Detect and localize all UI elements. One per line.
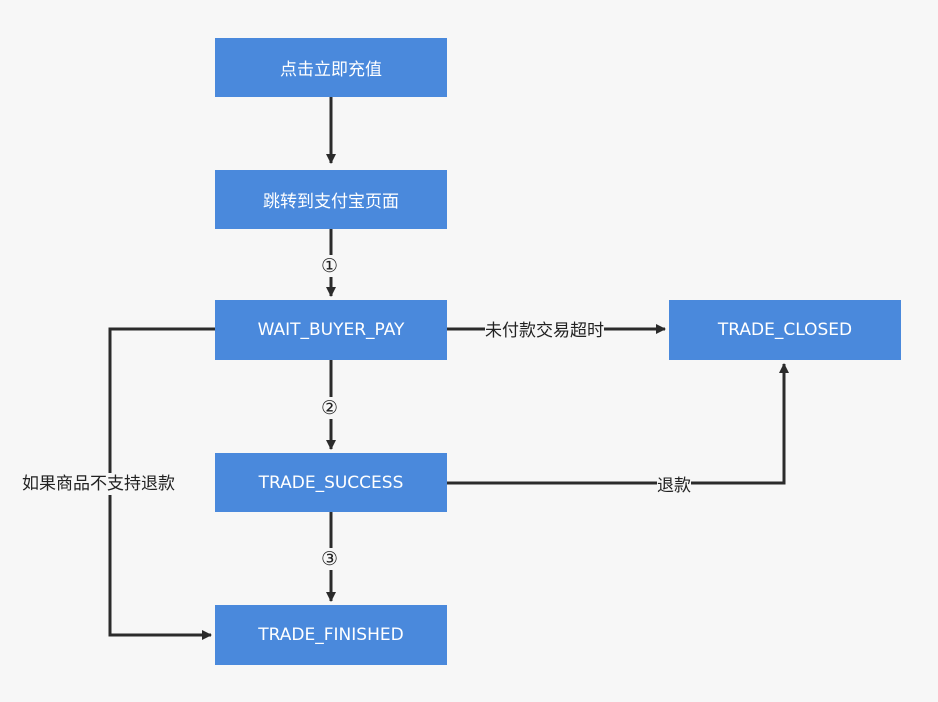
edge-success-to-closed <box>447 363 789 485</box>
node-trade-finished: TRADE_FINISHED <box>215 605 447 665</box>
edge-label-refund: 退款 <box>657 475 691 497</box>
node-wait-buyer-pay: WAIT_BUYER_PAY <box>215 300 447 360</box>
edge-label-step2: ② <box>319 397 341 419</box>
edge-label-no-refund: 如果商品不支持退款 <box>22 473 175 495</box>
node-click-recharge: 点击立即充值 <box>215 38 447 97</box>
edge-label-step1: ① <box>319 255 341 277</box>
edge-label-timeout: 未付款交易超时 <box>485 320 604 342</box>
node-jump-alipay: 跳转到支付宝页面 <box>215 170 447 229</box>
edge-label-step3: ③ <box>319 548 341 570</box>
node-trade-closed: TRADE_CLOSED <box>669 300 901 360</box>
node-trade-success: TRADE_SUCCESS <box>215 453 447 512</box>
flow-diagram: 点击立即充值 跳转到支付宝页面 WAIT_BUYER_PAY TRADE_CLO… <box>0 0 938 702</box>
